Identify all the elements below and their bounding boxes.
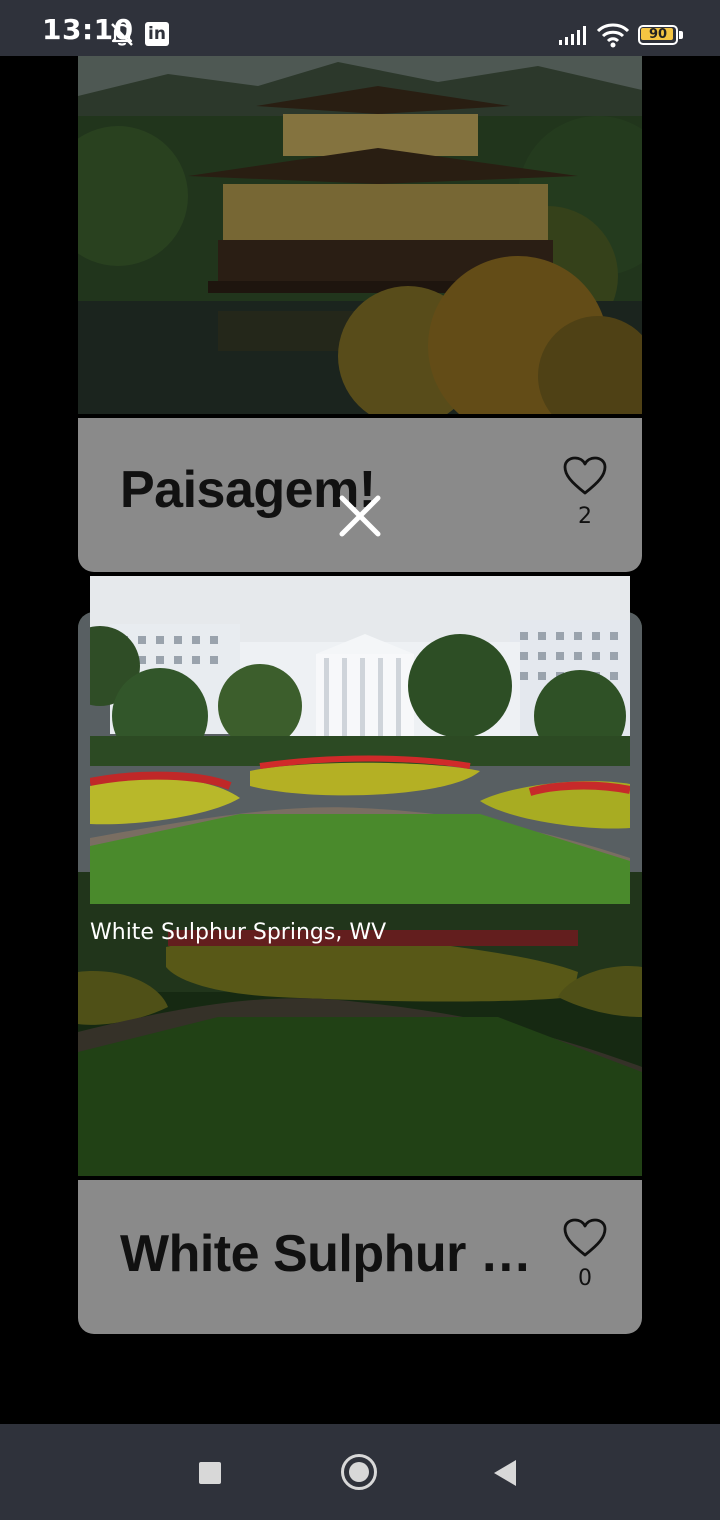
linkedin-icon: in	[145, 22, 169, 46]
preview-image[interactable]	[90, 576, 630, 904]
card-image-pagoda[interactable]	[78, 56, 642, 414]
card-footer: White Sulphur S... 0	[78, 1180, 642, 1334]
home-button[interactable]	[341, 1454, 377, 1490]
preview-caption: White Sulphur Springs, WV	[90, 920, 387, 945]
battery-level: 90	[648, 27, 668, 42]
card-title: White Sulphur S...	[120, 1225, 540, 1283]
bell-off-icon	[111, 23, 133, 46]
heart-icon[interactable]	[563, 1218, 607, 1258]
heart-icon[interactable]	[563, 456, 607, 496]
back-button[interactable]	[494, 1460, 516, 1486]
like-count: 2	[578, 504, 592, 529]
wifi-icon	[596, 23, 630, 48]
status-bar: 13:10 in 90	[0, 0, 720, 56]
close-icon[interactable]	[336, 492, 384, 540]
signal-icon	[559, 26, 586, 45]
recents-button[interactable]	[199, 1462, 221, 1484]
like-count: 0	[578, 1266, 592, 1291]
navigation-bar	[0, 1424, 720, 1520]
card-title: Paisagem!	[120, 461, 376, 519]
battery-icon: 90	[638, 25, 684, 45]
resort-preview-photo	[90, 576, 630, 904]
